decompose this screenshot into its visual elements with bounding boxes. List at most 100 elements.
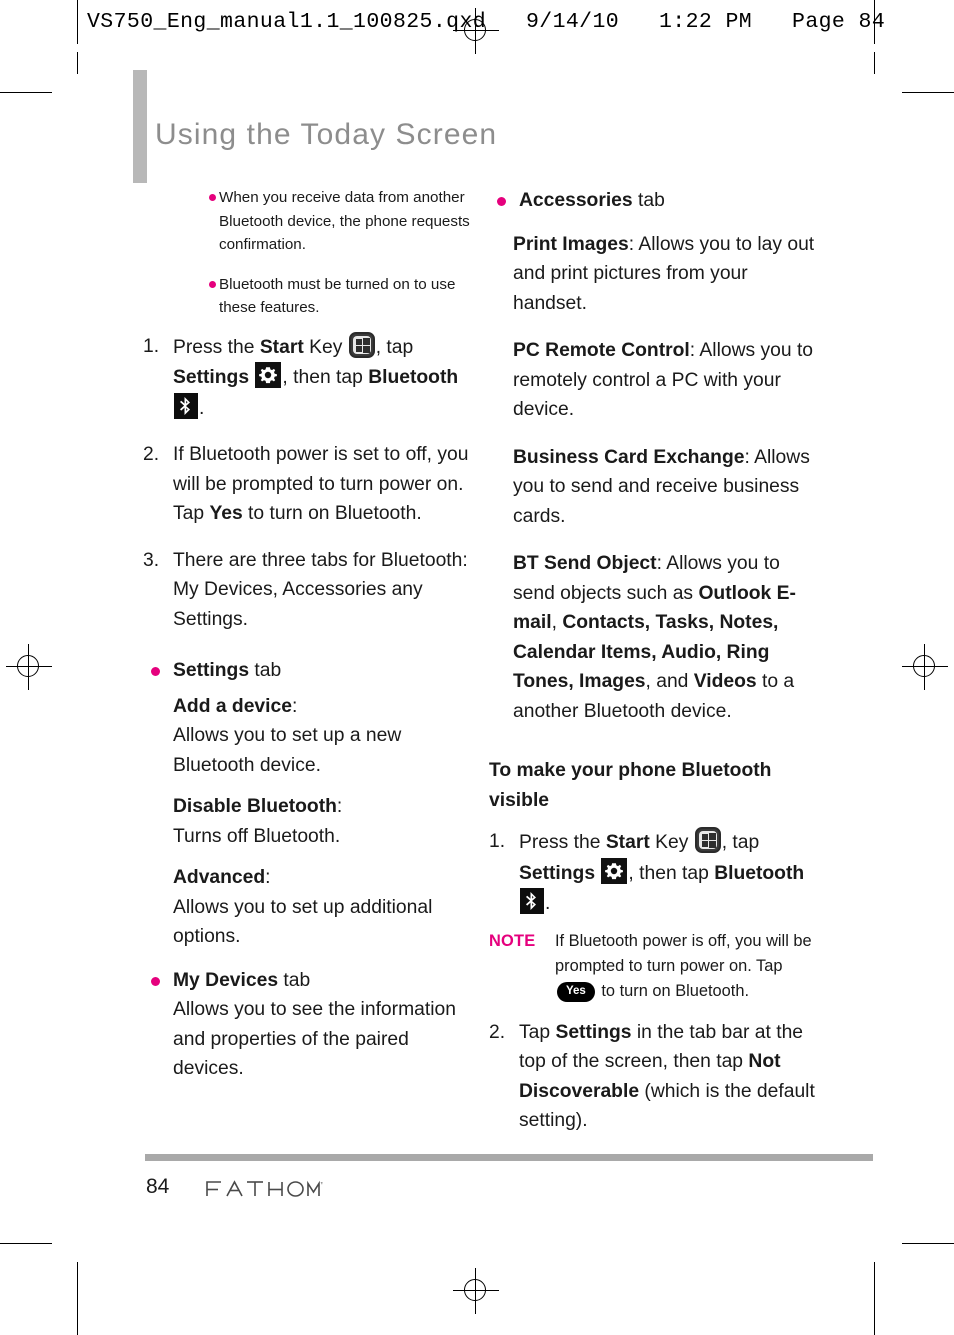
document-page: VS750_Eng_manual1.1_100825.qxd 9/14/10 1… (0, 0, 954, 1335)
description: Allows you to set up additional options. (173, 896, 433, 948)
term: Add a device (173, 695, 292, 717)
step-text: , tap (375, 336, 414, 358)
term: Business Card Exchange (513, 446, 745, 468)
colon: : (628, 233, 639, 255)
note-bullet-item: When you receive data from another Bluet… (143, 186, 473, 257)
step-bold: Settings (173, 367, 250, 388)
bt-send-object-item: BT Send Object: Allows you to send objec… (513, 549, 819, 726)
colon: : (336, 796, 343, 817)
bluetooth-icon (520, 888, 544, 914)
right-column: Accessories tab Print Images: Allows you… (489, 186, 819, 1153)
start-key-icon (694, 827, 721, 853)
colon: : (656, 553, 667, 574)
crop-mark-bottom-right-horizontal (902, 1243, 954, 1245)
accessories-tab-label: Accessories (519, 190, 633, 211)
trademark-symbol: ™ (320, 1181, 323, 1188)
yes-button-glyph: Yes (557, 981, 595, 1002)
page-number: 84 (146, 1175, 170, 1198)
registration-mark-bottom-center (453, 1268, 499, 1314)
note-bullet-text: When you receive data from another Bluet… (219, 189, 470, 253)
registration-mark-left (6, 644, 52, 690)
step-number: 3. (143, 549, 160, 571)
colon: : (265, 867, 271, 888)
file-header-text: VS750_Eng_manual1.1_100825.qxd 9/14/10 1… (87, 10, 886, 34)
accessories-tab-heading: Accessories tab (489, 186, 819, 216)
my-devices-tab-suffix: tab (278, 969, 311, 991)
description: Turns off Bluetooth. (173, 825, 341, 847)
step-bold: Yes (209, 503, 243, 524)
settings-gear-icon (601, 857, 628, 884)
step-bold: Settings (519, 862, 596, 884)
step-text: , then tap (282, 367, 369, 388)
term: Advanced (173, 867, 266, 888)
colon: : (689, 340, 700, 361)
settings-tab-suffix: tab (249, 660, 282, 681)
page-title: Using the Today Screen (155, 118, 498, 151)
step-text: Key (649, 832, 694, 853)
colon: : (291, 695, 298, 717)
note-text: If Bluetooth power is off, you will be p… (555, 931, 812, 1002)
step-bold: Start (605, 832, 650, 853)
left-column: When you receive data from another Bluet… (143, 186, 473, 1084)
my-devices-tab-description: Allows you to see the information and pr… (173, 999, 456, 1079)
footer-rule (145, 1154, 873, 1161)
step-text: . (199, 397, 205, 419)
crop-mark-bottom-right-vertical (874, 1262, 876, 1335)
settings-tab-item: Add a device: Allows you to set up a new… (173, 692, 473, 781)
step-text: , then tap (628, 862, 715, 884)
step-text: Tap (519, 1021, 556, 1043)
crop-mark-top-right-v2 (874, 52, 876, 74)
visible-section-heading: To make your phone Bluetooth visible (489, 760, 772, 811)
step-number: 1. (489, 831, 506, 852)
accessories-tab-item: PC Remote Control: Allows you to remotel… (513, 336, 819, 425)
registration-mark-right (902, 644, 948, 690)
step-number: 1. (143, 335, 160, 357)
step-text: There are three tabs for Bluetooth: My D… (173, 549, 468, 630)
step-item: 3. There are three tabs for Bluetooth: M… (143, 546, 473, 635)
term: Print Images (513, 233, 629, 255)
settings-gear-icon (255, 362, 282, 388)
settings-tab-item: Disable Bluetooth: Turns off Bluetooth. (173, 792, 473, 851)
crop-mark-top-left-horizontal (0, 92, 52, 94)
note-callout: NOTE If Bluetooth power is off, you will… (489, 929, 819, 1004)
my-devices-tab-heading: My Devices tab (143, 966, 473, 996)
step-item: 1. Press the Start Key , tap Settings , … (489, 827, 819, 919)
step-text: to turn on Bluetooth. (242, 503, 422, 524)
step-item: 1. Press the Start Key , tap Settings , … (143, 331, 473, 424)
crop-mark-bottom-left-vertical (77, 1262, 79, 1335)
bullet-dot-icon (209, 194, 216, 201)
title-accent-bar (133, 70, 147, 183)
step-bold: Bluetooth (368, 367, 459, 388)
settings-tab-heading: Settings tab (143, 656, 473, 686)
note-text-part1: If Bluetooth power is off, you will be p… (555, 931, 812, 975)
term: PC Remote Control (513, 340, 690, 361)
bullet-dot-icon (151, 976, 160, 986)
step-number: 2. (489, 1021, 506, 1043)
my-devices-tab-label: My Devices (173, 969, 279, 991)
step-number: 2. (143, 444, 160, 465)
settings-tab-item: Advanced: Allows you to set up additiona… (173, 863, 473, 952)
bullet-dot-icon (151, 667, 160, 676)
accessories-tab-item: Business Card Exchange: Allows you to se… (513, 443, 819, 532)
bluetooth-icon (174, 392, 198, 419)
fathom-logo: ™ (205, 1178, 326, 1198)
text: , (551, 612, 563, 633)
settings-tab-label: Settings (173, 660, 250, 681)
step-text: Press the (519, 832, 606, 853)
colon: : (744, 446, 755, 468)
step-bold: Bluetooth (714, 862, 805, 884)
note-text-part2: to turn on Bluetooth. (596, 981, 750, 1000)
note-label: NOTE (489, 931, 536, 950)
step-text: , tap (721, 832, 760, 853)
step-text: . (545, 893, 551, 914)
step-item: 2. Tap Settings in the tab bar at the to… (489, 1018, 819, 1136)
text: , and (645, 671, 694, 692)
term: BT Send Object (513, 553, 657, 574)
crop-mark-top-right-horizontal (902, 92, 954, 94)
accessories-tab-suffix: tab (632, 190, 665, 211)
start-key-icon (348, 331, 375, 358)
note-bullet-item: Bluetooth must be turned on to use these… (143, 273, 473, 320)
step-text: Key (303, 336, 348, 358)
crop-mark-top-left-v2 (77, 52, 79, 74)
description: Allows you to set up a new Bluetooth dev… (173, 725, 402, 776)
